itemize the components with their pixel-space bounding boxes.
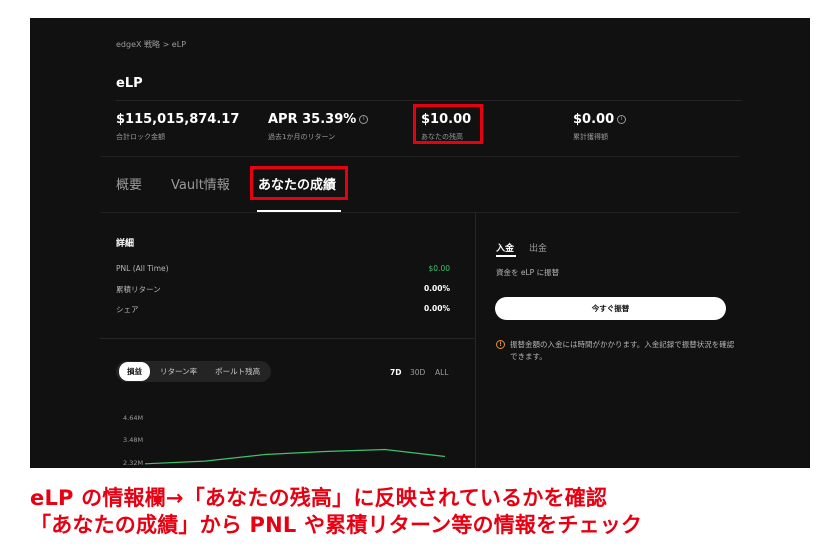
y-tick-label: 3.48M — [123, 436, 144, 445]
app-screenshot: edgeX 戦略 > eLP eLP $115,015,874.17 合計ロック… — [30, 18, 810, 468]
range-all[interactable]: ALL — [435, 368, 449, 377]
chart-metric-toggle: 損益 リターン率 ポールト残高 — [116, 361, 272, 382]
caption-line-1: eLP の情報欄→「あなたの残高」に反映されているかを確認 — [30, 486, 608, 510]
toggle-pnl[interactable]: 損益 — [119, 362, 150, 381]
detail-label: 累積リターン — [116, 285, 161, 294]
tab-deposit[interactable]: 入金 — [496, 241, 514, 254]
panel-divider — [100, 338, 475, 339]
info-icon[interactable]: i — [359, 114, 369, 124]
page-title: eLP — [116, 76, 143, 91]
stat-label: 累計獲得額 — [573, 133, 608, 141]
transfer-description: 資金を eLP に振替 — [496, 268, 560, 277]
transfer-now-button[interactable]: 今すぐ振替 — [495, 297, 726, 320]
tab-vault-info[interactable]: Vault情報 — [171, 174, 230, 193]
breadcrumb[interactable]: edgeX 戦略 > eLP — [116, 39, 186, 50]
tab-withdraw[interactable]: 出金 — [529, 241, 547, 254]
detail-label: シェア — [116, 305, 139, 314]
stat-value: $0.00 — [573, 111, 615, 127]
detail-label: PNL (All Time) — [116, 264, 169, 273]
active-tab-indicator — [496, 255, 516, 257]
series-line — [144, 448, 446, 465]
stat-total-locked: $115,015,874.17 合計ロック金額 — [116, 110, 239, 142]
y-tick-label: 2.32M — [123, 458, 144, 467]
transfer-notice: ! 振替金額の入金には時間がかかります。入金記録で振替状況を確認できます。 — [496, 339, 741, 362]
range-30d[interactable]: 30D — [410, 368, 425, 377]
detail-row-pnl: PNL (All Time) $0.00 — [116, 264, 450, 273]
page: edgeX 戦略 > eLP eLP $115,015,874.17 合計ロック… — [0, 0, 840, 560]
range-7d[interactable]: 7D — [390, 368, 401, 377]
stat-value: $115,015,874.17 — [116, 111, 240, 127]
warning-icon: ! — [496, 340, 505, 349]
pnl-line-chart — [144, 448, 446, 465]
toggle-vault-balance[interactable]: ポールト残高 — [207, 362, 268, 381]
stat-label: 合計ロック金額 — [116, 133, 165, 141]
highlight-box-balance — [413, 104, 483, 144]
details-title: 詳細 — [116, 239, 135, 249]
warning-text: 振替金額の入金には時間がかかります。入金記録で振替状況を確認できます。 — [510, 340, 735, 361]
caption-line-2: 「あなたの成績」から PNL や累積リターン等の情報をチェック — [30, 513, 643, 537]
tab-overview[interactable]: 概要 — [116, 174, 142, 193]
divider — [100, 156, 740, 157]
stat-label: 過去1か月のリターン — [268, 133, 336, 141]
stat-apr: APR 35.39% i 過去1か月のリターン — [268, 110, 369, 142]
highlight-box-performance-tab — [250, 166, 348, 200]
detail-row-cumulative-return: 累積リターン 0.00% — [116, 284, 450, 295]
header-divider — [116, 100, 742, 101]
stat-value: APR 35.39% — [268, 111, 357, 127]
stat-cumulative-earnings: $0.00 i 累計獲得額 — [573, 110, 627, 142]
info-icon[interactable]: i — [617, 114, 627, 124]
detail-value: 0.00% — [423, 284, 450, 293]
detail-value: 0.00% — [423, 304, 450, 313]
panel-divider — [475, 213, 476, 468]
toggle-return-rate[interactable]: リターン率 — [152, 362, 205, 381]
divider — [100, 212, 740, 213]
detail-value: $0.00 — [428, 264, 450, 273]
y-tick-label: 4.64M — [123, 414, 144, 423]
detail-row-share: シェア 0.00% — [116, 304, 450, 315]
